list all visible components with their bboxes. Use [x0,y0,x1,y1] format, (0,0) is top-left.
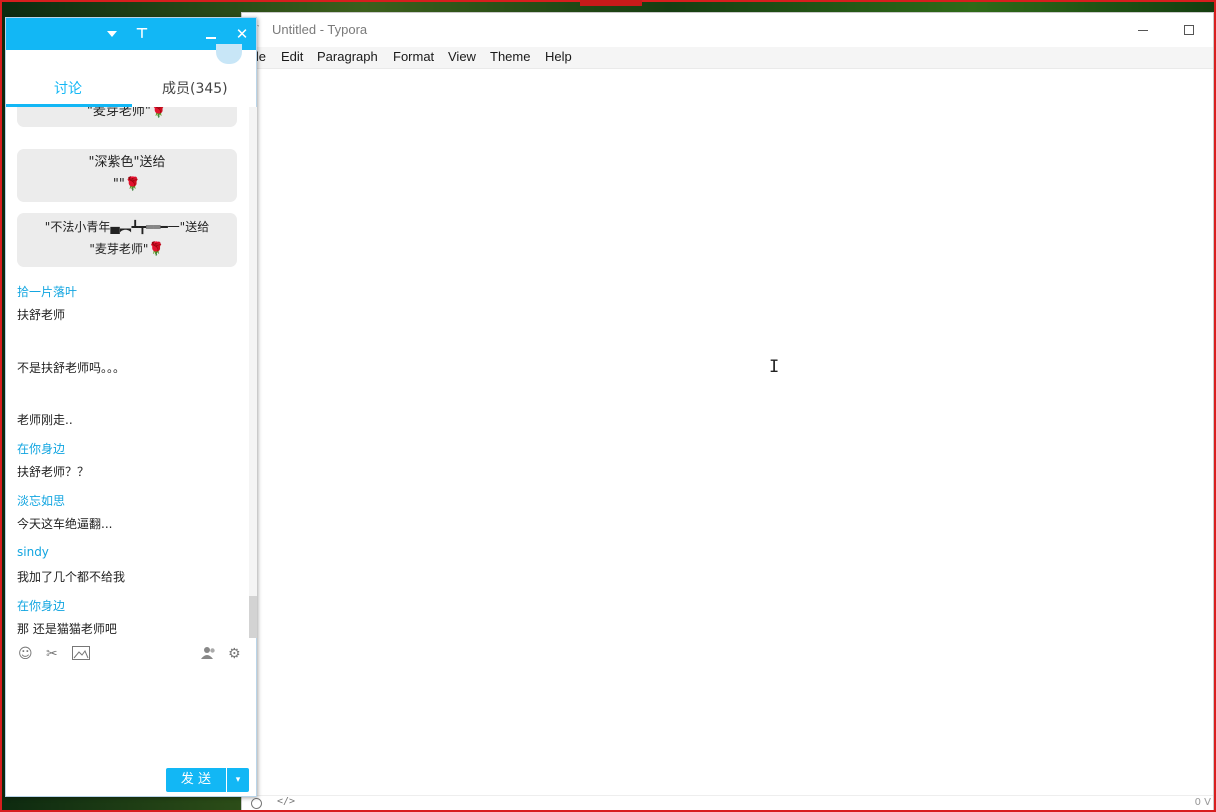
send-options-button[interactable]: ▾ [227,768,249,792]
source-mode-icon[interactable]: </> [277,796,295,807]
contacts-icon[interactable] [201,646,217,664]
gift-text: "不法小青年▄︻┻┳══━一"送给 [44,220,210,234]
minimize-icon [206,37,216,39]
tab-members[interactable]: 成员(345) [162,78,228,98]
caret-down-icon [107,31,117,37]
sidebar-toggle-icon[interactable] [251,798,262,809]
gift-notice: "麦芽老师"🌹 [17,107,237,127]
qq-dropdown-button[interactable] [101,24,123,44]
message-sender[interactable]: 在你身边 [17,597,65,614]
gift-notice: "深紫色"送给 ""🌹 [17,149,237,202]
message-input[interactable] [6,672,256,766]
message-text: 不是扶舒老师吗。。。 [17,361,126,375]
input-toolbar: ☺ ✂ ⚙ [6,638,256,672]
recording-handle [580,0,642,6]
maximize-button[interactable] [1167,17,1211,43]
scissors-icon[interactable]: ✂ [46,646,58,662]
close-icon: ✕ [235,25,249,43]
message-sender[interactable]: 在你身边 [17,440,65,457]
gift-notice: "不法小青年▄︻┻┳══━一"送给 "麦芽老师"🌹 [17,213,237,267]
maximize-icon [1184,25,1194,35]
editor-area[interactable]: I [242,69,1213,799]
message-text: 今天这车绝逼翻... [17,517,113,531]
menu-bar [242,47,1213,69]
message-text: 扶舒老师 [17,308,66,322]
send-button[interactable]: 发 送 [166,768,226,792]
gear-icon[interactable]: ⚙ [228,646,241,662]
message-text: 扶舒老师？？ [17,465,90,479]
emoji-icon[interactable]: ☺ [18,646,33,662]
status-bar: </> 0 V [242,795,1213,811]
word-count[interactable]: 0 V [1195,797,1211,808]
minimize-button[interactable] [1121,17,1165,43]
qq-pin-button[interactable]: ⊤ [131,24,153,44]
message-sender[interactable]: sindy [17,545,49,559]
gift-text: "深紫色"送给 [88,155,166,170]
gift-text: "麦芽老师" [86,107,151,119]
message-text: 那 还是猫猫老师吧 [17,622,117,636]
qq-minimize-button[interactable] [200,24,222,44]
pin-icon: ⊤ [135,26,149,42]
menu-help[interactable]: Help [545,49,572,67]
scrollbar-thumb[interactable] [249,596,257,638]
rose-icon: 🌹 [124,177,142,192]
menu-format[interactable]: Format [393,49,434,67]
window-title: Untitled - Typora [272,22,368,37]
minimize-icon [1138,29,1148,31]
message-list[interactable]: "麦芽老师"🌹 "深紫色"送给 ""🌹 "不法小青年▄︻┻┳══━一"送给 "麦… [6,107,250,638]
gift-text: "麦芽老师" [89,242,149,256]
gift-text: "" [112,177,125,192]
typora-titlebar[interactable]: T Untitled - Typora [242,13,1213,47]
typora-window: T Untitled - Typora ile Edit Paragraph F… [241,12,1214,812]
qq-close-button[interactable]: ✕ [231,24,253,44]
menu-theme[interactable]: Theme [490,49,530,67]
menu-view[interactable]: View [448,49,476,67]
menu-edit[interactable]: Edit [281,49,303,67]
message-sender[interactable]: 拾一片落叶 [17,283,77,300]
message-text: 我加了几个都不给我 [17,570,126,584]
message-sender[interactable]: 淡忘如思 [17,492,65,509]
rose-icon: 🌹 [150,107,168,119]
menu-paragraph[interactable]: Paragraph [317,49,378,67]
qq-group-chat-panel: ⊤ ✕ 讨论 成员(345) "麦芽老师"🌹 "深紫色"送给 ""🌹 "不法小青… [5,17,257,797]
image-icon[interactable] [72,646,90,664]
message-text: 老师刚走.. [17,413,73,427]
text-cursor-icon: I [769,357,780,377]
tab-discuss[interactable]: 讨论 [54,78,82,98]
message-scrollbar[interactable] [249,107,257,638]
rose-icon: 🌹 [148,242,165,257]
